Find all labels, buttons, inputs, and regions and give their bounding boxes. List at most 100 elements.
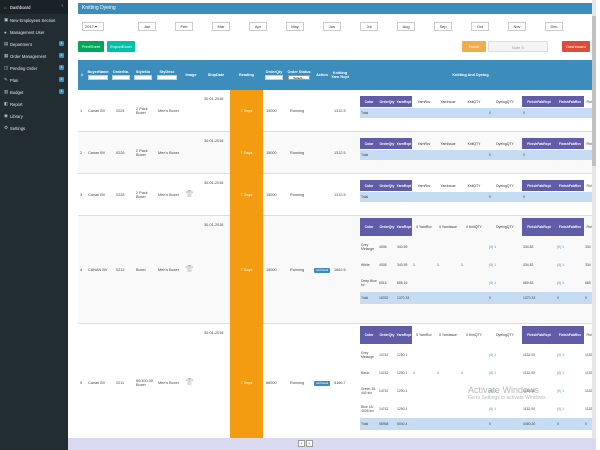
sidebar-item-library[interactable]: ◉ Library xyxy=(0,110,68,122)
sub-cell-rcpt: 1370.33 xyxy=(397,296,410,300)
month-dec[interactable]: Dec xyxy=(545,22,563,31)
column-header-label: StyleNo xyxy=(135,70,151,74)
row-status: Running xyxy=(290,109,305,113)
month-apr[interactable]: Apr xyxy=(249,22,267,31)
column-header-label: Order Status xyxy=(287,70,311,74)
month-oct[interactable]: Oct xyxy=(471,22,489,31)
month-aug[interactable]: Aug xyxy=(397,22,415,31)
sub-column-header: YarnIssue xyxy=(440,141,456,146)
sub-cell-rcv: 1 xyxy=(413,262,415,267)
sub-cell-knit xyxy=(461,418,489,430)
month-nov[interactable]: Nov xyxy=(508,22,526,31)
month-mar[interactable]: Mar xyxy=(212,22,230,31)
column-header-buyername: BuyerName xyxy=(86,60,110,90)
sub-table-row: Grey Melange 4008 340.59 (0) 1 334.82 (0) 1 33… xyxy=(360,238,592,255)
sub-cell-rcv xyxy=(413,238,437,255)
sub-column-header: FinishFabRcpt xyxy=(522,96,556,107)
sidebar-item-new-employees-section[interactable]: ▣ New Employees Section xyxy=(0,14,68,26)
scroll-left-icon[interactable]: ‹ xyxy=(298,440,305,447)
row-yarn-rcpt: 1312.5 xyxy=(334,109,346,113)
column-header-label: ShipDate xyxy=(207,73,225,77)
column-header-orderno: OrderNo. xyxy=(110,60,132,90)
column-filter-input[interactable] xyxy=(265,75,283,80)
column-filter-input[interactable] xyxy=(112,75,130,80)
sidebar-item-label: Library xyxy=(10,113,23,119)
column-header-label: StyDesc xyxy=(159,70,175,74)
month-jan[interactable]: Jan xyxy=(138,22,156,31)
dashboard-button[interactable]: Dashboard xyxy=(562,41,590,52)
sub-column-header: FinishFabRcpt xyxy=(522,138,556,149)
sub-cell-issue xyxy=(437,238,461,255)
sidebar-item-order-management[interactable]: ▦ Order Management 4 xyxy=(0,50,68,62)
table-header: # BuyerName OrderNo. StyleNo StyDesc Image Shi… xyxy=(78,60,592,90)
month-feb[interactable]: Feb xyxy=(175,22,193,31)
sub-cell-fin: 0 xyxy=(585,296,587,300)
row-ship-date: 30-01-2018 xyxy=(204,331,224,335)
sub-column-header: OrderQty xyxy=(378,326,396,344)
scrollbar-thumb[interactable] xyxy=(592,16,596,166)
sub-cell-rcv xyxy=(413,274,437,291)
sidebar-item-plan[interactable]: ✎ Plan 4 xyxy=(0,74,68,86)
sub-column-header: FinishFabRcv xyxy=(556,138,584,149)
row-ship-date: 30-01-2018 xyxy=(204,181,224,185)
vertical-scrollbar[interactable] xyxy=(592,0,596,450)
column-filter-input[interactable] xyxy=(134,75,152,80)
sub-cell-issue xyxy=(437,274,461,291)
month-jun[interactable]: Jun xyxy=(323,22,341,31)
finish-button[interactable]: Finish xyxy=(462,41,486,52)
scroll-right-icon[interactable]: › xyxy=(306,440,313,447)
month-sep[interactable]: Sep xyxy=(434,22,452,31)
row-reading-badge: 7 Days xyxy=(230,90,263,132)
add-detail-button[interactable]: Add Detail xyxy=(314,267,330,273)
row-num: 4 xyxy=(80,268,83,272)
sidebar-item-label: Settings xyxy=(10,125,26,131)
sub-cell-color: Grey Melange xyxy=(361,242,375,251)
sub-cell-rcpt: 1290.1 xyxy=(397,370,408,375)
sub-table-order-4: Color OrderQty YarnRcpt 0 YarnRcv 0 YarnIssu… xyxy=(360,218,592,322)
row-num: 2 xyxy=(80,151,83,155)
column-filter-input[interactable] xyxy=(156,75,178,80)
status-filter-select[interactable]: Select... xyxy=(288,75,310,80)
sidebar-item-budget[interactable]: ▥ Budget 4 xyxy=(0,86,68,98)
row-buyer: Canan BV xyxy=(88,151,106,155)
sub-column-header: OrderQty xyxy=(378,138,396,149)
horizontal-scrollbar[interactable]: ‹ › xyxy=(68,438,596,450)
column-header-label: Reading xyxy=(239,73,254,77)
sidebar-item-dashboard[interactable]: ⌂ Dashboard ‹ xyxy=(0,0,68,14)
sidebar-item-label: Department xyxy=(10,41,32,47)
column-filter-input[interactable] xyxy=(88,75,108,80)
row-desc: Men's Boxer xyxy=(158,381,179,385)
finish-note-field[interactable]: Note S xyxy=(488,41,548,52)
sub-cell-knit xyxy=(461,346,489,363)
sub-cell-knit xyxy=(461,274,489,291)
year-select[interactable]: 2017 ▾ xyxy=(82,22,104,31)
print-sheet-button[interactable]: PrintSheet xyxy=(78,41,104,52)
month-may[interactable]: May xyxy=(286,22,304,31)
sub-cell-dye: 0 xyxy=(489,296,491,300)
add-detail-button[interactable]: Add Detail xyxy=(314,380,330,386)
row-style: 2 Pack Boxer xyxy=(136,107,148,115)
row-order-qty: 66000 xyxy=(266,381,277,385)
row-order-qty: 15000 xyxy=(266,109,277,113)
activation-watermark: Activate Windows Go to Settings to activ… xyxy=(468,385,547,401)
sidebar-item-report[interactable]: ◧ Report xyxy=(0,98,68,110)
sub-table: Color OrderQty YarnRcpt YarnRcv YarnIssue Kni… xyxy=(360,96,592,120)
sidebar-item-pending-order[interactable]: ◫ Pending Order 4 xyxy=(0,62,68,74)
sub-cell-knit xyxy=(461,292,489,304)
export-excel-button[interactable]: ExportExcel xyxy=(107,41,135,52)
sub-cell-dye: (0) 1 xyxy=(489,406,496,411)
row-desc: Men's Boxer xyxy=(158,151,179,155)
sidebar-item-settings[interactable]: ⚙ Settings xyxy=(0,122,68,134)
sub-table-header: Color OrderQty YarnRcpt 0 YarnRcv 0 YarnIssu… xyxy=(360,326,592,344)
sub-cell-fin: 669 xyxy=(585,280,591,285)
sub-cell-ffv: 0 xyxy=(557,296,559,300)
sidebar-item-management-user[interactable]: ● Management User xyxy=(0,26,68,38)
sub-cell-qty: 16032 xyxy=(379,296,389,300)
sub-table-total-row: Total 0 0 xyxy=(360,108,592,118)
sub-cell-rcpt: 1290.1 xyxy=(397,406,408,411)
sub-column-header: YarnIssue xyxy=(440,183,456,188)
month-jul[interactable]: Jul xyxy=(360,22,378,31)
sub-cell-rcpt: 1290.1 xyxy=(397,388,408,393)
sub-cell-rcpt: 340.59 xyxy=(397,244,408,249)
sidebar-item-department[interactable]: ▤ Department 4 xyxy=(0,38,68,50)
